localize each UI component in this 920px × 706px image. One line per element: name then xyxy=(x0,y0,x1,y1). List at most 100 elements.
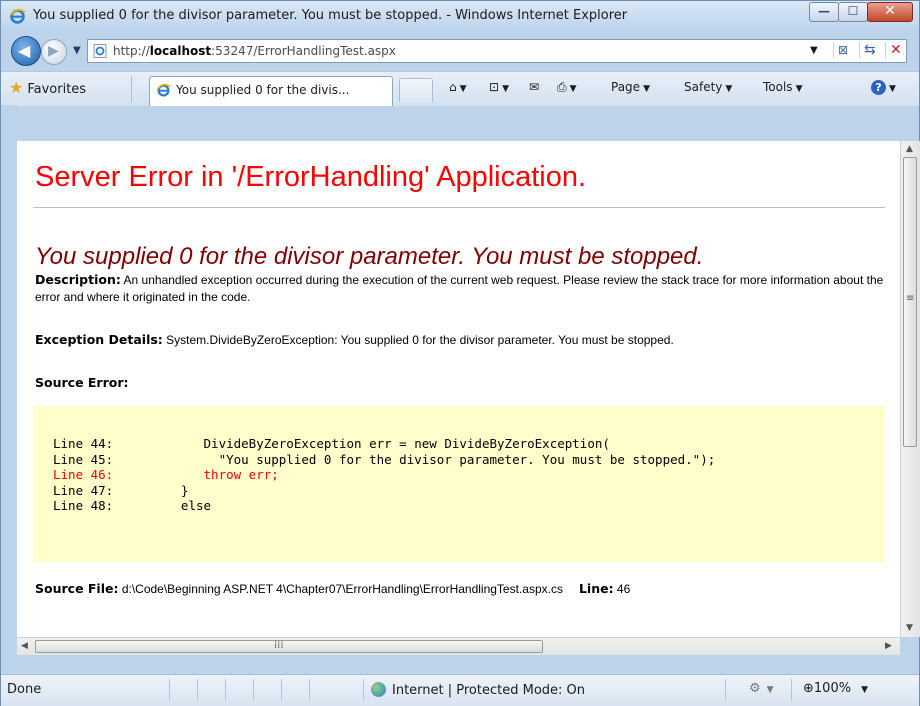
horizontal-scroll-thumb[interactable]: ⁞⁞⁞ xyxy=(35,640,543,653)
window-title: You supplied 0 for the divisor parameter… xyxy=(33,8,628,23)
tab-title: You supplied 0 for the divis... xyxy=(176,83,350,97)
internet-globe-icon xyxy=(371,682,386,697)
error-message-heading: You supplied 0 for the divisor parameter… xyxy=(35,243,704,270)
code-line: Line 48: else xyxy=(53,498,212,513)
tab-ie-icon xyxy=(156,83,171,97)
page-dropdown-icon: ▼ xyxy=(643,84,650,94)
minimize-button[interactable]: — xyxy=(809,2,839,22)
description-paragraph: Description: An unhandled exception occu… xyxy=(35,271,885,306)
source-error-heading: Source Error: xyxy=(35,375,129,390)
source-code: Line 44: DivideByZeroException err = new… xyxy=(53,436,715,514)
vertical-scroll-thumb[interactable]: ≡ xyxy=(903,157,917,447)
status-separator xyxy=(225,679,226,701)
thumb-grip-icon: ⁞⁞⁞ xyxy=(274,640,284,651)
status-separator xyxy=(281,679,282,701)
source-file-path: d:\Code\Beginning ASP.NET 4\Chapter07\Er… xyxy=(118,582,563,596)
scroll-left-icon[interactable]: ◀ xyxy=(21,641,28,651)
scroll-up-icon[interactable]: ▲ xyxy=(906,144,913,154)
read-mail-button[interactable]: ✉ xyxy=(529,80,539,94)
title-divider xyxy=(33,207,885,208)
forward-arrow-icon: ▶ xyxy=(48,43,59,59)
source-code-block: Line 44: DivideByZeroException err = new… xyxy=(33,406,885,562)
status-separator xyxy=(169,679,170,701)
status-separator xyxy=(791,679,792,701)
forward-button[interactable]: ▶ xyxy=(41,39,67,65)
line-label: Line: xyxy=(578,581,614,596)
stop-icon[interactable]: ✕ xyxy=(885,42,902,58)
favorites-button[interactable]: ★ Favorites xyxy=(9,78,86,97)
address-dropdown-icon[interactable]: ▼ xyxy=(810,45,818,56)
code-line: Line 45: "You supplied 0 for the divisor… xyxy=(53,451,716,467)
code-line-error: Line 46: throw err; xyxy=(53,467,279,482)
status-bar: Done Internet | Protected Mode: On ⚙ ▼ ⊕1… xyxy=(1,674,919,706)
help-button[interactable]: ? ▼ xyxy=(871,80,896,95)
page-menu[interactable]: Page ▼ xyxy=(611,80,650,94)
source-file-paragraph: Source File: d:\Code\Beginning ASP.NET 4… xyxy=(35,580,895,598)
safety-menu[interactable]: Safety ▼ xyxy=(684,80,732,94)
mail-icon: ✉ xyxy=(529,80,540,94)
status-text: Done xyxy=(7,682,42,697)
description-label: Description: xyxy=(35,272,121,287)
safety-menu-label: Safety xyxy=(684,80,723,94)
code-line: Line 47: } xyxy=(53,482,189,498)
page-menu-label: Page xyxy=(611,80,641,94)
favorites-label: Favorites xyxy=(27,82,87,97)
back-button[interactable]: ◀ xyxy=(11,36,41,66)
status-separator xyxy=(253,679,254,701)
page-ie-icon xyxy=(93,44,107,58)
horizontal-scrollbar[interactable]: ◀ ⁞⁞⁞ ▶ xyxy=(17,637,900,655)
favorites-star-icon: ★ xyxy=(9,78,24,97)
status-separator xyxy=(197,679,198,701)
compatibility-view-icon[interactable]: ⊠ xyxy=(833,43,854,58)
zoom-control[interactable]: ⊕100% ▼ xyxy=(803,681,868,696)
security-zone[interactable]: Internet | Protected Mode: On xyxy=(371,682,585,698)
source-file-label: Source File: xyxy=(35,581,119,596)
address-bar[interactable]: http://localhost:53247/ErrorHandlingTest… xyxy=(87,39,907,63)
status-separator xyxy=(363,679,364,701)
settings-dropdown-icon: ▼ xyxy=(766,685,774,695)
home-button[interactable]: ⌂ ▼ xyxy=(449,80,467,94)
home-dropdown-icon: ▼ xyxy=(459,84,467,94)
browser-window: You supplied 0 for the divisor parameter… xyxy=(0,0,920,706)
scroll-down-icon[interactable]: ▼ xyxy=(906,623,913,633)
exception-details-paragraph: Exception Details: System.DivideByZeroEx… xyxy=(35,331,885,349)
zone-text: Internet | Protected Mode: On xyxy=(392,683,586,698)
command-bar: ★ Favorites You supplied 0 for the divis.… xyxy=(1,71,919,106)
vertical-scrollbar[interactable]: ▲ ≡ ▼ xyxy=(900,141,920,637)
status-separator xyxy=(309,679,310,701)
close-button[interactable]: ✕ xyxy=(867,2,913,22)
protected-mode-button[interactable]: ⚙ ▼ xyxy=(749,681,774,696)
rss-feed-icon: ⊡ xyxy=(489,80,500,94)
address-url[interactable]: http://localhost:53247/ErrorHandlingTest… xyxy=(113,44,396,58)
page-title: Server Error in '/ErrorHandling' Applica… xyxy=(35,161,587,193)
minimize-icon: — xyxy=(818,4,830,18)
maximize-button[interactable]: ☐ xyxy=(838,2,868,22)
print-button[interactable]: ⎙ ▼ xyxy=(557,80,577,95)
scroll-right-icon[interactable]: ▶ xyxy=(885,641,892,651)
feeds-dropdown-icon: ▼ xyxy=(502,84,509,94)
zoom-icon: ⊕ xyxy=(803,681,814,696)
help-icon: ? xyxy=(871,80,886,95)
home-icon: ⌂ xyxy=(449,80,457,94)
new-tab-button[interactable] xyxy=(399,78,433,102)
history-dropdown-icon[interactable]: ▼ xyxy=(73,45,81,56)
zoom-level: 100% xyxy=(813,681,852,696)
navigation-bar: ◀ ▶ ▼ http://localhost:53247/ErrorHandli… xyxy=(1,31,919,71)
tab-current-page[interactable]: You supplied 0 for the divis... xyxy=(149,76,393,106)
print-dropdown-icon: ▼ xyxy=(569,84,577,94)
page-viewport: Server Error in '/ErrorHandling' Applica… xyxy=(17,141,900,637)
ie-logo-icon xyxy=(10,8,26,24)
printer-icon: ⎙ xyxy=(557,80,567,94)
description-text: An unhandled exception occurred during t… xyxy=(35,273,884,304)
zoom-dropdown-icon: ▼ xyxy=(861,685,868,695)
code-line: Line 44: DivideByZeroException err = new… xyxy=(53,436,610,451)
thumb-grip-icon: ≡ xyxy=(906,293,915,304)
maximize-icon: ☐ xyxy=(847,4,859,18)
refresh-icon[interactable]: ⇆ xyxy=(859,42,876,58)
tools-menu[interactable]: Tools ▼ xyxy=(763,80,802,94)
lock-settings-icon: ⚙ xyxy=(749,681,761,696)
toolbar-separator xyxy=(131,76,132,102)
close-icon: ✕ xyxy=(884,3,896,19)
feeds-button[interactable]: ⊡ ▼ xyxy=(489,80,509,94)
safety-dropdown-icon: ▼ xyxy=(725,84,733,94)
